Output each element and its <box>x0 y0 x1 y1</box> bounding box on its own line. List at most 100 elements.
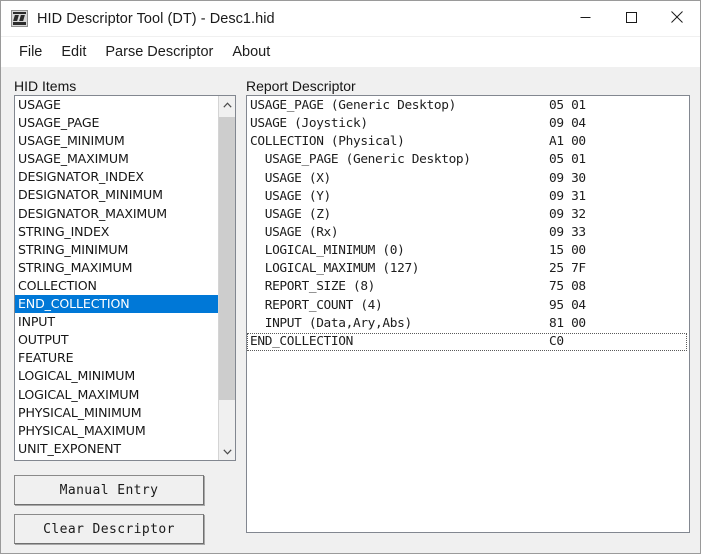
hid-item-row[interactable]: STRING_INDEX <box>15 223 218 241</box>
descriptor-item-text: USAGE_PAGE (Generic Desktop) <box>250 98 456 113</box>
clear-descriptor-button[interactable]: Clear Descriptor <box>14 514 204 544</box>
hid-item-label: PHYSICAL_MINIMUM <box>18 404 142 420</box>
hid-item-label: USAGE <box>18 97 61 112</box>
descriptor-item-hex: 09 31 <box>549 188 586 204</box>
descriptor-row[interactable]: USAGE (X) 09 30 <box>247 170 689 188</box>
hid-item-label: OUTPUT <box>18 332 69 348</box>
hid-item-label: COLLECTION <box>18 277 97 293</box>
descriptor-row[interactable]: INPUT (Data,Ary,Abs) 81 00 <box>247 315 689 333</box>
descriptor-item-text: COLLECTION (Physical) <box>250 134 405 150</box>
descriptor-row[interactable]: USAGE (Z) 09 32 <box>247 206 689 224</box>
menu-item-file[interactable]: File <box>10 42 52 62</box>
descriptor-row[interactable]: USAGE (Rx) 09 33 <box>247 224 689 242</box>
hid-item-row[interactable]: STRING_MAXIMUM <box>15 259 218 277</box>
title-bar[interactable]: HID Descriptor Tool (DT) - Desc1.hid <box>1 1 700 36</box>
hid-items-list: USAGE USAGE_PAGE USAGE_MINIMUM USAGE_MAXIMU… <box>15 96 218 460</box>
hid-item-row[interactable]: STRING_MINIMUM <box>15 241 218 259</box>
hid-item-row[interactable]: INPUT <box>15 313 218 331</box>
app-icon <box>11 10 28 27</box>
hid-item-row[interactable]: LOGICAL_MINIMUM <box>15 367 218 385</box>
hid-item-label: USAGE_MINIMUM <box>18 133 125 149</box>
descriptor-item-hex: C0 <box>549 333 564 349</box>
scrollbar-thumb[interactable] <box>219 117 235 400</box>
hid-item-row[interactable]: FEATURE <box>15 349 218 367</box>
descriptor-row[interactable]: END_COLLECTION C0 <box>247 332 687 351</box>
descriptor-item-hex: 05 01 <box>549 98 586 113</box>
hid-items-listbox[interactable]: USAGE USAGE_PAGE USAGE_MINIMUM USAGE_MAXIMU… <box>14 95 236 461</box>
manual-entry-button[interactable]: Manual Entry <box>14 475 204 505</box>
scroll-down-button[interactable] <box>219 443 235 460</box>
descriptor-row[interactable]: USAGE (Y) 09 31 <box>247 188 689 206</box>
descriptor-row[interactable]: USAGE_PAGE (Generic Desktop) 05 01 <box>247 151 689 169</box>
application-window: HID Descriptor Tool (DT) - Desc1.hid Fil… <box>0 0 701 554</box>
descriptor-item-hex: 09 30 <box>549 170 586 186</box>
hid-item-label: LOGICAL_MAXIMUM <box>18 386 140 402</box>
hid-item-row[interactable]: PHYSICAL_MAXIMUM <box>15 422 218 440</box>
menu-item-about[interactable]: About <box>223 42 280 62</box>
window-controls <box>562 1 700 33</box>
minimize-icon <box>580 16 590 18</box>
descriptor-item-hex: 15 00 <box>549 243 586 259</box>
hid-item-row[interactable]: DESIGNATOR_MINIMUM <box>15 186 218 204</box>
descriptor-item-text: LOGICAL_MINIMUM (0) <box>250 243 405 259</box>
descriptor-item-hex: 09 33 <box>549 224 586 240</box>
hid-item-label: UNIT <box>18 459 48 460</box>
hid-item-label: LOGICAL_MINIMUM <box>18 368 136 384</box>
descriptor-row[interactable]: REPORT_COUNT (4) 95 04 <box>247 297 689 315</box>
descriptor-item-text: INPUT (Data,Ary,Abs) <box>250 315 412 331</box>
hid-item-label: DESIGNATOR_MAXIMUM <box>18 205 167 221</box>
maximize-icon <box>625 11 637 23</box>
descriptor-item-text: REPORT_COUNT (4) <box>250 297 383 313</box>
descriptor-item-text: USAGE (Z) <box>250 206 332 222</box>
hid-item-label: STRING_INDEX <box>18 223 110 239</box>
hid-items-scrollbar[interactable] <box>218 96 235 460</box>
descriptor-item-hex: 81 00 <box>549 315 586 331</box>
hid-item-row[interactable]: PHYSICAL_MINIMUM <box>15 404 218 422</box>
hid-item-row[interactable]: USAGE_PAGE <box>15 114 218 132</box>
maximize-button[interactable] <box>608 1 654 33</box>
window-title: HID Descriptor Tool (DT) - Desc1.hid <box>37 10 275 27</box>
hid-item-label: USAGE_MAXIMUM <box>18 151 129 167</box>
hid-item-row[interactable]: DESIGNATOR_INDEX <box>15 168 218 186</box>
scroll-up-button[interactable] <box>219 96 235 113</box>
report-descriptor-view[interactable]: USAGE_PAGE (Generic Desktop) 05 01 USAGE (… <box>246 95 690 533</box>
descriptor-item-hex: 95 04 <box>549 297 586 313</box>
menu-item-parse-descriptor[interactable]: Parse Descriptor <box>96 42 223 62</box>
report-descriptor-label: Report Descriptor <box>246 78 356 94</box>
chevron-down-icon <box>222 448 232 455</box>
hid-item-label: DESIGNATOR_MINIMUM <box>18 187 163 203</box>
descriptor-row[interactable]: LOGICAL_MAXIMUM (127) 25 7F <box>247 260 689 278</box>
hid-item-label: USAGE_PAGE <box>18 115 100 131</box>
hid-item-row[interactable]: UNIT <box>15 458 218 460</box>
hid-item-label: END_COLLECTION <box>18 296 130 312</box>
hid-item-row[interactable]: COLLECTION <box>15 277 218 295</box>
hid-item-row[interactable]: OUTPUT <box>15 331 218 349</box>
hid-item-row[interactable]: USAGE_MINIMUM <box>15 132 218 150</box>
hid-item-label: STRING_MAXIMUM <box>18 259 133 275</box>
menu-item-edit[interactable]: Edit <box>52 42 96 62</box>
descriptor-item-hex: 05 01 <box>549 152 586 168</box>
descriptor-row[interactable]: LOGICAL_MINIMUM (0) 15 00 <box>247 242 689 260</box>
descriptor-row[interactable]: REPORT_SIZE (8) 75 08 <box>247 278 689 296</box>
close-icon <box>671 11 683 23</box>
descriptor-item-text: REPORT_SIZE (8) <box>250 279 376 295</box>
hid-item-row[interactable]: UNIT_EXPONENT <box>15 440 218 458</box>
hid-item-row[interactable]: DESIGNATOR_MAXIMUM <box>15 205 218 223</box>
minimize-button[interactable] <box>562 1 608 33</box>
descriptor-item-hex: 75 08 <box>549 279 586 295</box>
descriptor-item-text: USAGE_PAGE (Generic Desktop) <box>250 152 471 168</box>
hid-item-row[interactable]: USAGE_MAXIMUM <box>15 150 218 168</box>
descriptor-row[interactable]: USAGE_PAGE (Generic Desktop) 05 01 <box>247 97 689 115</box>
descriptor-item-hex: 25 7F <box>549 261 586 277</box>
descriptor-item-text: END_COLLECTION <box>250 333 353 349</box>
hid-item-label: PHYSICAL_MAXIMUM <box>18 422 146 438</box>
chevron-up-icon <box>222 101 232 108</box>
descriptor-item-text: USAGE (Joystick) <box>250 116 368 132</box>
hid-item-row[interactable]: LOGICAL_MAXIMUM <box>15 386 218 404</box>
hid-items-label: HID Items <box>14 78 77 94</box>
descriptor-row[interactable]: USAGE (Joystick) 09 04 <box>247 115 689 133</box>
hid-item-row[interactable]: END_COLLECTION <box>15 295 218 314</box>
hid-item-row[interactable]: USAGE <box>15 96 218 114</box>
close-button[interactable] <box>654 1 700 33</box>
descriptor-row[interactable]: COLLECTION (Physical) A1 00 <box>247 133 689 151</box>
